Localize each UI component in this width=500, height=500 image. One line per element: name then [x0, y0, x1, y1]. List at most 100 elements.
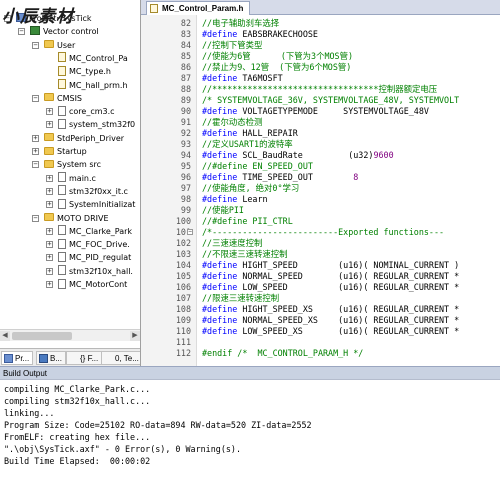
expand-icon[interactable]: + [46, 121, 53, 129]
code-line: #endif /* MC_CONTROL_PARAM_H */ [202, 347, 363, 359]
code-token: //使能为6管 (下管为3个MOS管) [202, 51, 354, 61]
scrollbar-thumb[interactable] [12, 332, 72, 340]
file-icon [58, 172, 66, 183]
expand-icon[interactable]: + [32, 134, 39, 142]
tree-item[interactable]: MC_Clarke_Park [58, 225, 132, 238]
tree-item[interactable]: stm32f0xx_it.c [58, 185, 128, 198]
fold-toggle-icon[interactable]: − [187, 229, 193, 235]
editor-tab-mc-control-param[interactable]: MC_Control_Param.h [146, 1, 251, 15]
build-output-panel[interactable]: compiling MC_Clarke_Park.c... compiling s… [0, 380, 500, 500]
code-token: #define [202, 271, 238, 281]
tree-item[interactable]: System src [44, 158, 101, 171]
tree-item[interactable]: MC_PID_regulat [58, 251, 131, 264]
tree-item-label: System src [57, 160, 102, 170]
code-token: Learn [237, 194, 268, 204]
tree-item[interactable]: CMSIS [44, 92, 82, 105]
header-file-icon [150, 4, 158, 13]
tree-item[interactable]: StdPeriph_Driver [44, 132, 124, 145]
code-token: /* SYSTEMVOLTAGE_36V, SYSTEMVOLTAGE_48V,… [202, 95, 460, 105]
books-icon [39, 354, 48, 363]
expand-icon[interactable]: + [46, 108, 53, 116]
expand-icon[interactable]: + [46, 254, 53, 262]
tree-item[interactable]: MC_FOC_Drive. [58, 238, 130, 251]
code-token: //禁止为9、12管 (下管为6个MOS管) [202, 62, 352, 72]
collapse-icon[interactable]: − [32, 161, 39, 169]
tree-item[interactable]: core_cm3.c [58, 105, 115, 118]
tree-item-label: MC_type.h [69, 67, 111, 77]
project-icon [4, 354, 13, 363]
code-token: #define [202, 172, 238, 182]
file-icon [58, 105, 66, 116]
collapse-icon[interactable]: − [32, 214, 39, 222]
tree-item[interactable]: User [44, 39, 75, 52]
tree-item-label: main.c [69, 173, 96, 183]
file-icon [58, 198, 66, 209]
tree-item[interactable]: main.c [58, 172, 96, 185]
file-icon [58, 225, 66, 236]
tab-templates[interactable]: 0, Te... [101, 351, 140, 365]
code-token: /*-------------------------Exported func… [202, 227, 445, 237]
tree-item[interactable]: MOTO DRIVE [44, 212, 109, 225]
tree-item[interactable]: MC_Control_Pa [58, 52, 128, 65]
expand-icon[interactable]: + [46, 201, 53, 209]
tree-item[interactable]: MC_type.h [58, 65, 111, 78]
collapse-icon[interactable]: − [32, 41, 39, 49]
code-line: #define LOW_SPEED_XS (u16)( REGULAR_CURR… [202, 325, 459, 337]
expand-icon[interactable]: + [46, 267, 53, 275]
tab-functions[interactable]: {} F... [66, 351, 103, 365]
code-token: LOW_SPEED_XS (u16)( REGULAR_CURRENT * [237, 326, 460, 336]
expand-icon[interactable]: + [46, 187, 53, 195]
code-token: TA6MOSFT [237, 73, 283, 83]
project-horizontal-scrollbar[interactable]: ◀ ▶ [0, 329, 140, 341]
code-token: #define [202, 73, 238, 83]
collapse-icon[interactable]: − [32, 94, 39, 102]
project-window-tabs: Pr... B... {} F... 0, Te... [0, 348, 140, 366]
file-icon [58, 238, 66, 249]
expand-icon[interactable]: + [32, 148, 39, 155]
editor-tab-label: MC_Control_Param.h [162, 4, 244, 13]
folder-icon [44, 146, 54, 155]
expand-icon[interactable]: + [46, 241, 53, 249]
code-token: NORMAL_SPEED_XS (u16)( REGULAR_CURRENT * [237, 315, 460, 325]
code-token: HIGHT_SPEED (u16)( NOMINAL_CURRENT ) [237, 260, 460, 270]
tree-item[interactable]: SystemInitializat [58, 198, 135, 211]
tree-item[interactable]: Vector control [30, 25, 99, 38]
code-editor[interactable]: //电子辅助刹车选择 #define EABSBRAKECHOOSE//控制下管类… [197, 15, 500, 366]
code-token: EABSBRAKECHOOSE [237, 29, 318, 39]
output-line: compiling stm32f10x_hall.c... [4, 396, 151, 406]
folder-icon [44, 213, 54, 221]
tree-item-label: MC_hall_prm.h [69, 80, 128, 90]
code-token: TIME_SPEED_OUT [237, 172, 354, 182]
scroll-right-icon[interactable]: ▶ [130, 331, 140, 341]
code-token: SCL_BaudRate (u32) [237, 150, 374, 160]
tab-books[interactable]: B... [36, 351, 67, 365]
tree-item-label: SystemInitializat [69, 200, 136, 210]
code-token: #define [202, 315, 238, 325]
expand-icon[interactable]: + [46, 174, 53, 182]
folder-icon [44, 93, 54, 102]
code-token: #define [202, 282, 238, 292]
tree-item[interactable]: MC_MotorCont [58, 278, 127, 291]
code-token: //#define EN_SPEED_OUT [202, 161, 313, 171]
collapse-icon[interactable]: − [18, 28, 25, 36]
tree-item-label: MC_MotorCont [69, 280, 128, 289]
tab-project[interactable]: Pr... [1, 351, 34, 365]
tree-item[interactable]: MC_hall_prm.h [58, 79, 128, 92]
expand-icon[interactable]: + [46, 281, 53, 288]
templates-icon [104, 354, 113, 363]
tree-item[interactable]: system_stm32f0 [58, 118, 135, 131]
code-token: #define [202, 29, 238, 39]
tree-item[interactable]: Startup [44, 145, 87, 158]
code-token: HIGHT_SPEED_XS (u16)( REGULAR_CURRENT * [237, 304, 460, 314]
file-icon [58, 79, 66, 89]
code-token: #define [202, 106, 238, 116]
scroll-left-icon[interactable]: ◀ [0, 331, 10, 341]
tab-project-label: Pr... [15, 354, 30, 363]
tree-item-label: MC_Clarke_Park [69, 226, 133, 236]
code-token: #define [202, 304, 238, 314]
tree-item[interactable]: stm32f10x_hall. [58, 265, 133, 278]
tree-item-label: stm32f0xx_it.c [69, 186, 128, 196]
output-line: FromELF: creating hex file... [4, 432, 151, 442]
expand-icon[interactable]: + [46, 227, 53, 235]
line-number: 112 [175, 348, 191, 358]
